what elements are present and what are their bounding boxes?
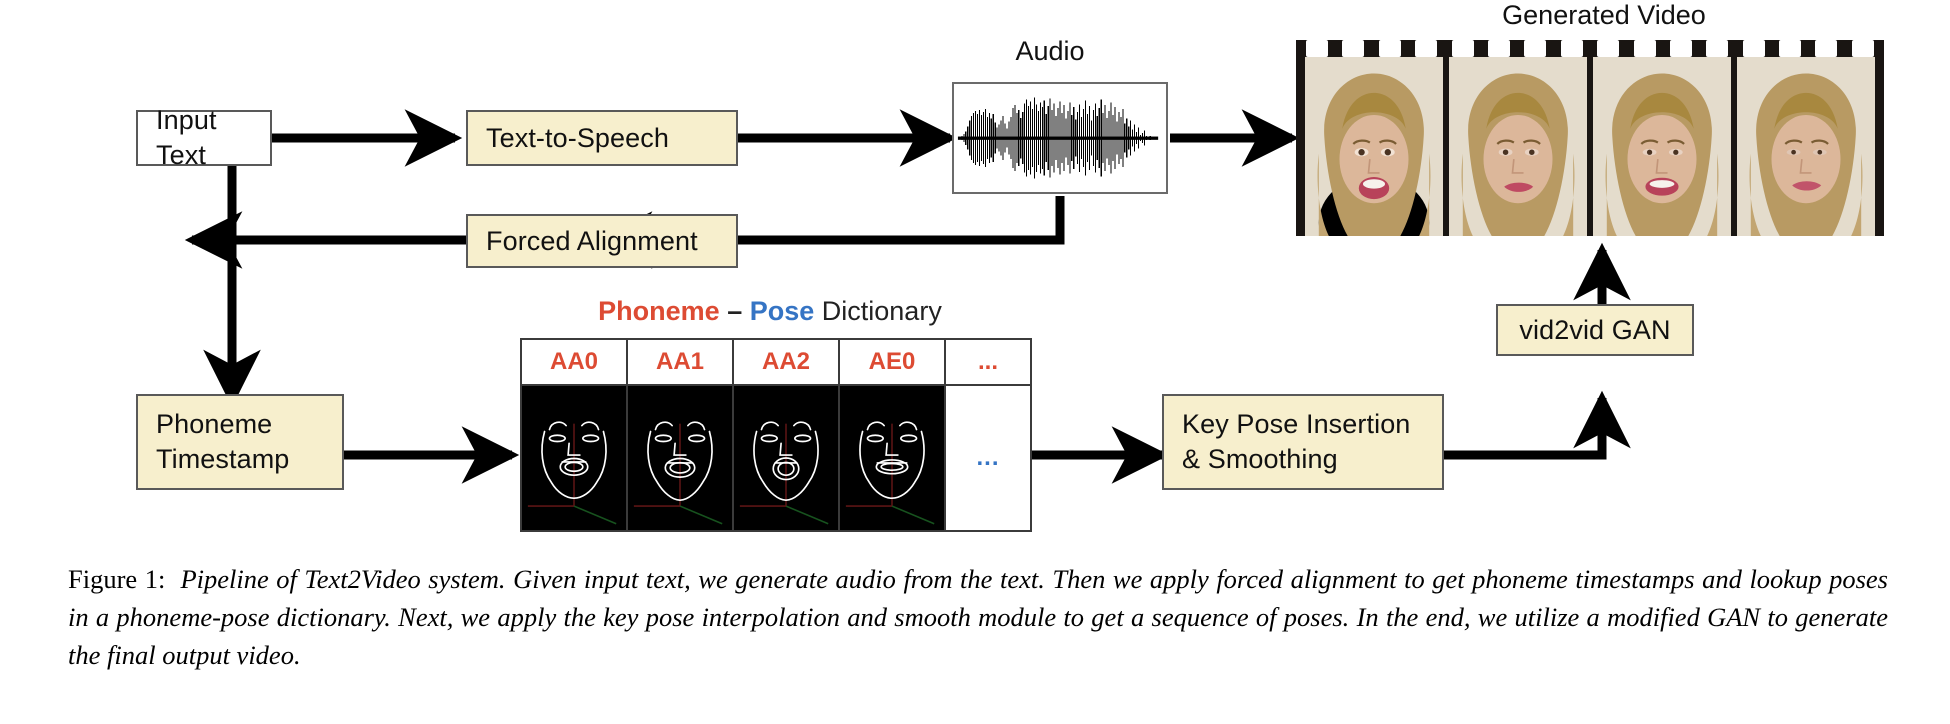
sprocket-hole bbox=[1633, 40, 1656, 57]
dictionary-pose-cell-aa0[interactable] bbox=[522, 386, 626, 530]
sprocket-hole bbox=[1560, 40, 1583, 57]
dictionary-title-dash: – bbox=[719, 296, 750, 326]
audio-waveform-icon bbox=[957, 97, 1159, 179]
dictionary-title: Phoneme – Pose Dictionary bbox=[598, 296, 942, 327]
sprocket-hole bbox=[1451, 40, 1474, 57]
generated-video-filmstrip bbox=[1296, 40, 1884, 236]
node-key-pose-line1: Key Pose Insertion bbox=[1182, 409, 1411, 440]
node-text-to-speech[interactable]: Text-to-Speech bbox=[466, 110, 738, 166]
dictionary-pose-cell-aa2[interactable] bbox=[734, 386, 838, 530]
sprocket-hole bbox=[1378, 40, 1401, 57]
dictionary-pose-cell-overflow[interactable]: ... bbox=[946, 386, 1030, 530]
dictionary-column-aa1[interactable]: AA1 bbox=[628, 340, 734, 530]
dictionary-header-aa0: AA0 bbox=[522, 340, 626, 386]
dictionary-column-aa2[interactable]: AA2 bbox=[734, 340, 840, 530]
node-forced-alignment[interactable]: Forced Alignment bbox=[466, 214, 738, 268]
figure-caption: Figure 1: Pipeline of Text2Video system.… bbox=[68, 560, 1888, 674]
node-vid2vid-gan-label: vid2vid GAN bbox=[1519, 314, 1671, 345]
sprocket-hole bbox=[1342, 40, 1365, 57]
video-frame-4 bbox=[1737, 57, 1875, 236]
node-text-to-speech-label: Text-to-Speech bbox=[486, 122, 669, 153]
dictionary-title-phoneme: Phoneme bbox=[598, 296, 720, 326]
sprocket-hole bbox=[1742, 40, 1765, 57]
sprocket-hole bbox=[1779, 40, 1802, 57]
dictionary-header-aa1: AA1 bbox=[628, 340, 732, 386]
node-phoneme-timestamp-line1: Phoneme bbox=[156, 409, 273, 440]
sprocket-hole bbox=[1706, 40, 1729, 57]
sprocket-hole bbox=[1815, 40, 1838, 57]
sprocket-hole bbox=[1306, 40, 1328, 57]
phoneme-pose-dictionary-table[interactable]: AA0 AA1 AA2 AE0 ... ... bbox=[520, 338, 1032, 532]
dictionary-pose-cell-aa1[interactable] bbox=[628, 386, 732, 530]
sprocket-hole bbox=[1487, 40, 1510, 57]
dictionary-column-ae0[interactable]: AE0 bbox=[840, 340, 946, 530]
sprocket-hole bbox=[1669, 40, 1692, 57]
figure-caption-body: Pipeline of Text2Video system. Given inp… bbox=[68, 564, 1888, 671]
node-phoneme-timestamp-line2: Timestamp bbox=[156, 444, 290, 474]
sprocket-hole bbox=[1524, 40, 1547, 57]
figure-container: Input Text Text-to-Speech Forced Alignme… bbox=[0, 0, 1950, 724]
node-phoneme-timestamp[interactable]: Phoneme Timestamp bbox=[136, 394, 344, 490]
dictionary-column-aa0[interactable]: AA0 bbox=[522, 340, 628, 530]
figure-caption-label: Figure 1: bbox=[68, 564, 166, 594]
dictionary-header-aa2: AA2 bbox=[734, 340, 838, 386]
node-input-text-label: Input Text bbox=[156, 105, 217, 170]
video-frame-3 bbox=[1593, 57, 1731, 236]
sprocket-hole bbox=[1415, 40, 1438, 57]
dictionary-title-pose: Pose bbox=[749, 296, 815, 326]
audio-label: Audio bbox=[1015, 36, 1085, 66]
sprocket-hole bbox=[1597, 40, 1620, 57]
generated-video-label: Generated Video bbox=[1502, 0, 1706, 30]
node-input-text[interactable]: Input Text bbox=[136, 105, 272, 170]
dictionary-header-ae0: AE0 bbox=[840, 340, 944, 386]
filmstrip-frames bbox=[1296, 57, 1884, 236]
node-key-pose-insertion[interactable]: Key Pose Insertion & Smoothing bbox=[1162, 394, 1444, 490]
audio-waveform-panel bbox=[952, 82, 1168, 194]
node-forced-alignment-label: Forced Alignment bbox=[486, 225, 698, 256]
sprocket-hole bbox=[1851, 40, 1874, 57]
node-vid2vid-gan[interactable]: vid2vid GAN bbox=[1496, 304, 1694, 356]
video-frame-2 bbox=[1449, 57, 1587, 236]
node-key-pose-line2: & Smoothing bbox=[1182, 444, 1338, 474]
filmstrip-sprockets-top bbox=[1296, 40, 1884, 57]
dictionary-title-suffix: Dictionary bbox=[814, 296, 942, 326]
dictionary-overflow-dots: ... bbox=[976, 444, 1000, 471]
dictionary-header-overflow: ... bbox=[946, 340, 1030, 386]
dictionary-column-overflow[interactable]: ... ... bbox=[946, 340, 1030, 530]
video-frame-1 bbox=[1305, 57, 1443, 236]
dictionary-pose-cell-ae0[interactable] bbox=[840, 386, 944, 530]
